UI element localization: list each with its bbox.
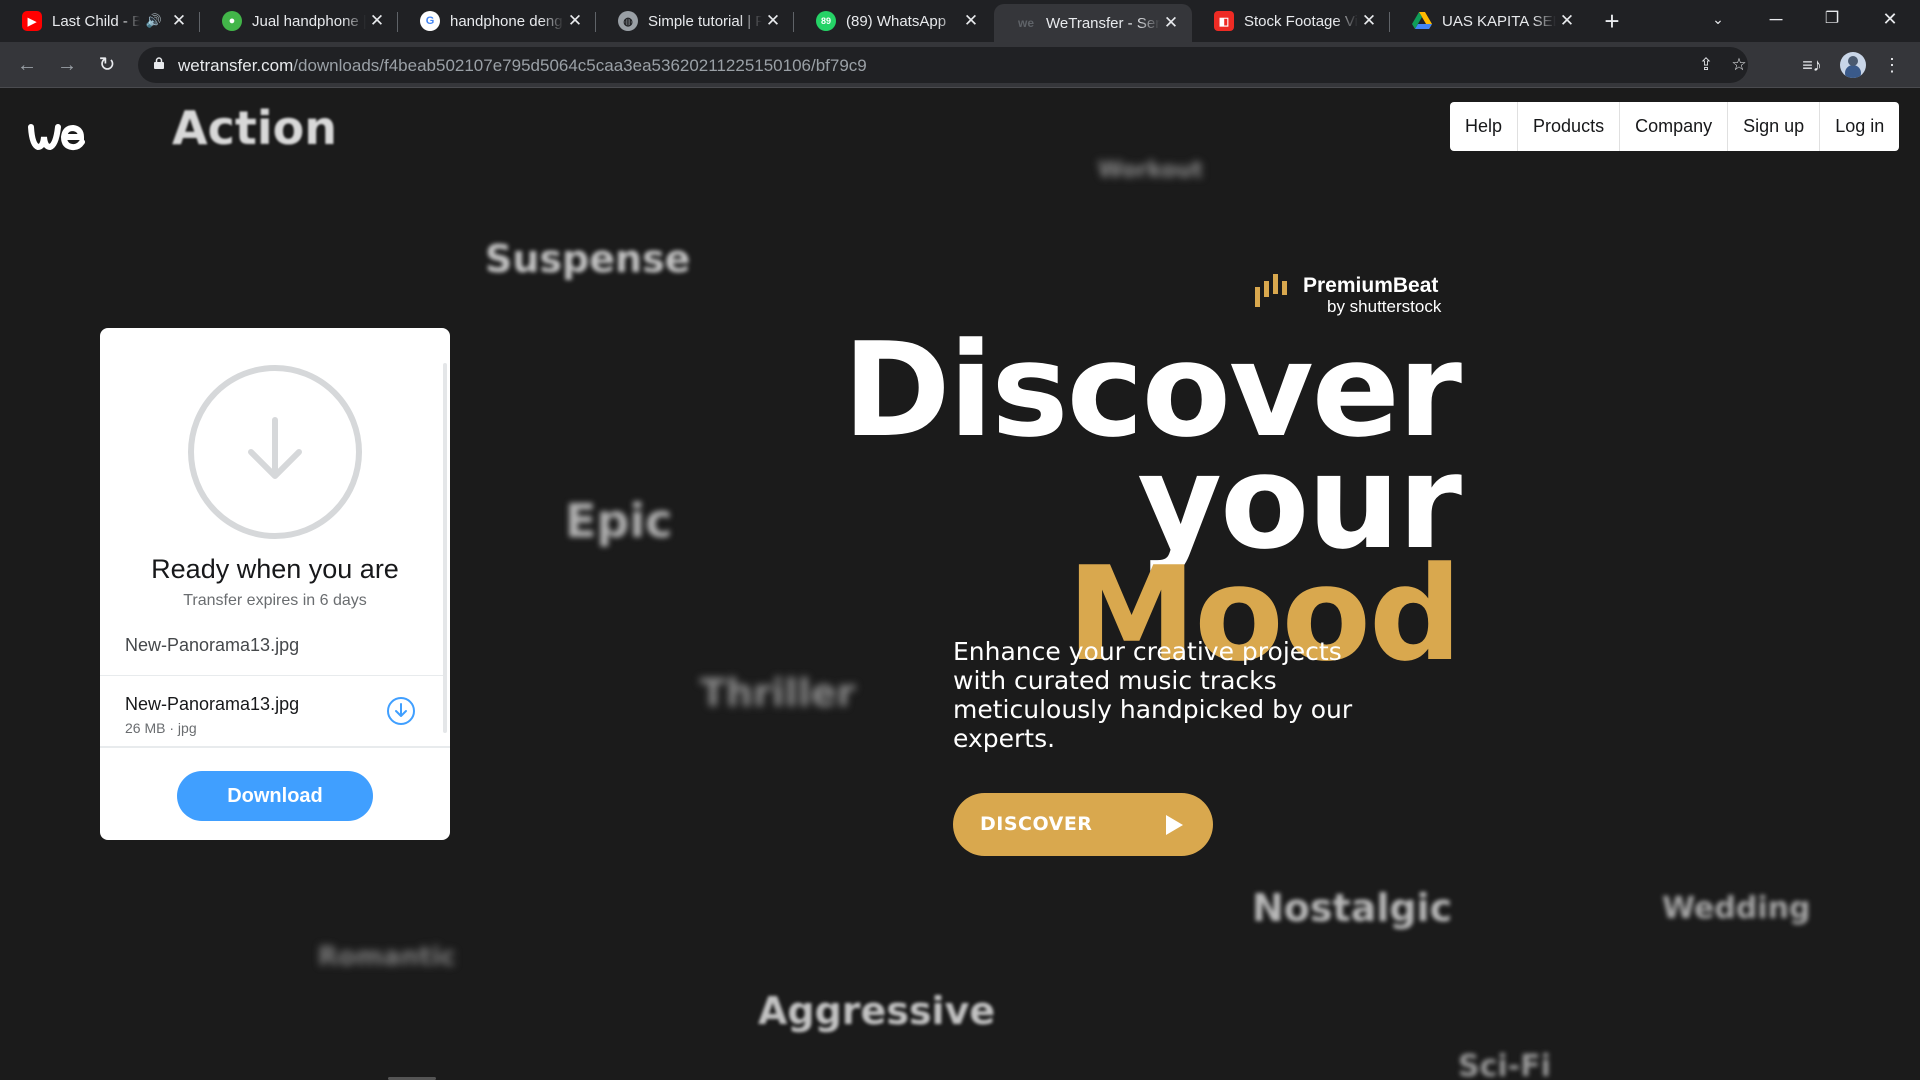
tab-tokopedia[interactable]: ● Jual handphone | ✕ (200, 0, 398, 42)
tab-search-icon[interactable]: ⌄ (1690, 0, 1746, 38)
nav-company[interactable]: Company (1620, 102, 1729, 151)
mood-word: Thriller (700, 671, 856, 715)
divider (100, 746, 450, 748)
top-navigation: Help Products Company Sign up Log in (1450, 102, 1900, 151)
expiry-text: Transfer expires in 6 days (183, 592, 367, 609)
close-window-button[interactable]: ✕ (1862, 0, 1918, 38)
close-tab-icon[interactable]: ✕ (168, 11, 190, 31)
close-tab-icon[interactable]: ✕ (564, 11, 586, 31)
audio-playing-icon[interactable]: 🔊 (146, 13, 162, 29)
profile-avatar[interactable] (1840, 52, 1866, 78)
tab-title: Stock Footage Vid (1244, 12, 1358, 30)
tab-title: Jual handphone | (252, 12, 366, 30)
minimize-button[interactable]: ─ (1748, 0, 1804, 38)
discover-label: DISCOVER (980, 813, 1093, 835)
mood-word: Aggressive (758, 989, 996, 1033)
download-arrow-icon (188, 365, 362, 539)
url-field[interactable]: wetransfer.com/downloads/f4beab502107e79… (138, 47, 1748, 83)
close-tab-icon[interactable]: ✕ (960, 11, 982, 31)
back-button[interactable]: ← (13, 51, 41, 79)
tab-title: handphone deng (450, 12, 563, 30)
whatsapp-icon: 89 (816, 11, 836, 31)
download-button[interactable]: Download (177, 771, 373, 821)
tab-title: Last Child - Bu (52, 12, 140, 30)
tab-shutterstock[interactable]: ◧ Stock Footage Vid ✕ (1192, 0, 1390, 42)
forward-button[interactable]: → (53, 51, 81, 79)
mood-word: Epic (565, 494, 673, 548)
tab-wetransfer[interactable]: we WeTransfer - Send ✕ (994, 4, 1192, 42)
tab-title: UAS KAPITA SELE (1442, 12, 1556, 30)
tab-google-search[interactable]: G handphone deng ✕ (398, 0, 596, 42)
mood-word: Action (172, 101, 337, 155)
url-path: /downloads/f4beab502107e795d5064c5caa3ea… (293, 56, 867, 75)
close-tab-icon[interactable]: ✕ (366, 11, 388, 31)
premiumbeat-bars-icon (1255, 274, 1287, 307)
mood-word: Romantic (318, 942, 456, 972)
youtube-icon: ▶ (22, 11, 42, 31)
close-tab-icon[interactable]: ✕ (762, 11, 784, 31)
mood-word: Nostalgic (1252, 886, 1453, 930)
mood-word: Workout (1098, 158, 1203, 183)
share-icon[interactable]: ⇪ (1695, 54, 1717, 76)
nav-products[interactable]: Products (1518, 102, 1621, 151)
wetransfer-logo[interactable] (28, 117, 88, 157)
mood-word: Sci-Fi (1458, 1049, 1551, 1080)
mood-word: Wedding (1662, 891, 1811, 926)
lock-icon[interactable] (154, 57, 164, 69)
shutterstock-icon: ◧ (1214, 11, 1234, 31)
tab-whatsapp[interactable]: 89 (89) WhatsApp ✕ (794, 0, 992, 42)
card-title: Ready when you are (151, 554, 399, 584)
tab-strip: ▶ Last Child - Bu 🔊 ✕ ● Jual handphone |… (0, 0, 1920, 42)
tab-youtube[interactable]: ▶ Last Child - Bu 🔊 ✕ (0, 0, 200, 42)
reload-button[interactable]: ↻ (93, 51, 121, 79)
restore-button[interactable]: ❐ (1804, 0, 1860, 38)
google-drive-icon (1412, 11, 1432, 31)
tab-simple-tutorial[interactable]: ◍ Simple tutorial | F ✕ (596, 0, 794, 42)
discover-button[interactable]: DISCOVER (953, 793, 1213, 856)
menu-dots-icon[interactable]: ⋮ (1878, 51, 1906, 79)
nav-log-in[interactable]: Log in (1820, 102, 1899, 151)
tokopedia-icon: ● (222, 11, 242, 31)
ad-body-text: Enhance your creative projects with cura… (953, 637, 1353, 753)
download-card: Ready when you are Transfer expires in 6… (100, 328, 450, 840)
premiumbeat-brand: PremiumBeat (1303, 274, 1439, 297)
url-text: wetransfer.com/downloads/f4beab502107e79… (178, 56, 867, 76)
tab-title: (89) WhatsApp (846, 12, 947, 30)
globe-icon: ◍ (618, 11, 638, 31)
file-download-icon[interactable] (386, 696, 416, 726)
nav-help[interactable]: Help (1450, 102, 1519, 151)
tab-google-drive[interactable]: UAS KAPITA SELE ✕ (1390, 0, 1588, 42)
tab-title: Simple tutorial | F (648, 12, 762, 30)
mood-word: Suspense (485, 237, 691, 281)
close-tab-icon[interactable]: ✕ (1556, 11, 1578, 31)
google-icon: G (420, 11, 440, 31)
divider (100, 675, 444, 676)
wetransfer-icon: we (1017, 16, 1034, 30)
url-domain: wetransfer.com (178, 56, 294, 75)
ad-headline: Discover your Mood (820, 325, 1462, 679)
transfer-file-heading: New-Panorama13.jpg (125, 635, 300, 655)
nav-sign-up[interactable]: Sign up (1728, 102, 1821, 151)
new-tab-button[interactable]: + (1597, 6, 1627, 36)
media-control-icon[interactable]: ≡♪ (1798, 51, 1826, 79)
card-scrollbar[interactable] (443, 363, 447, 733)
close-tab-icon[interactable]: ✕ (1160, 13, 1182, 33)
play-icon (1166, 815, 1183, 835)
file-size: 26 MB (125, 720, 166, 736)
close-tab-icon[interactable]: ✕ (1358, 11, 1380, 31)
page-content: Action Workout Suspense Epic Thriller No… (0, 89, 1920, 1080)
file-meta: 26 MB · jpg (125, 720, 197, 736)
file-name: New-Panorama13.jpg (125, 694, 300, 714)
address-bar: ← → ↻ wetransfer.com/downloads/f4beab502… (0, 42, 1920, 88)
tab-title: WeTransfer - Send (1046, 14, 1160, 32)
file-type: jpg (177, 720, 197, 736)
bookmark-star-icon[interactable]: ☆ (1728, 54, 1750, 76)
